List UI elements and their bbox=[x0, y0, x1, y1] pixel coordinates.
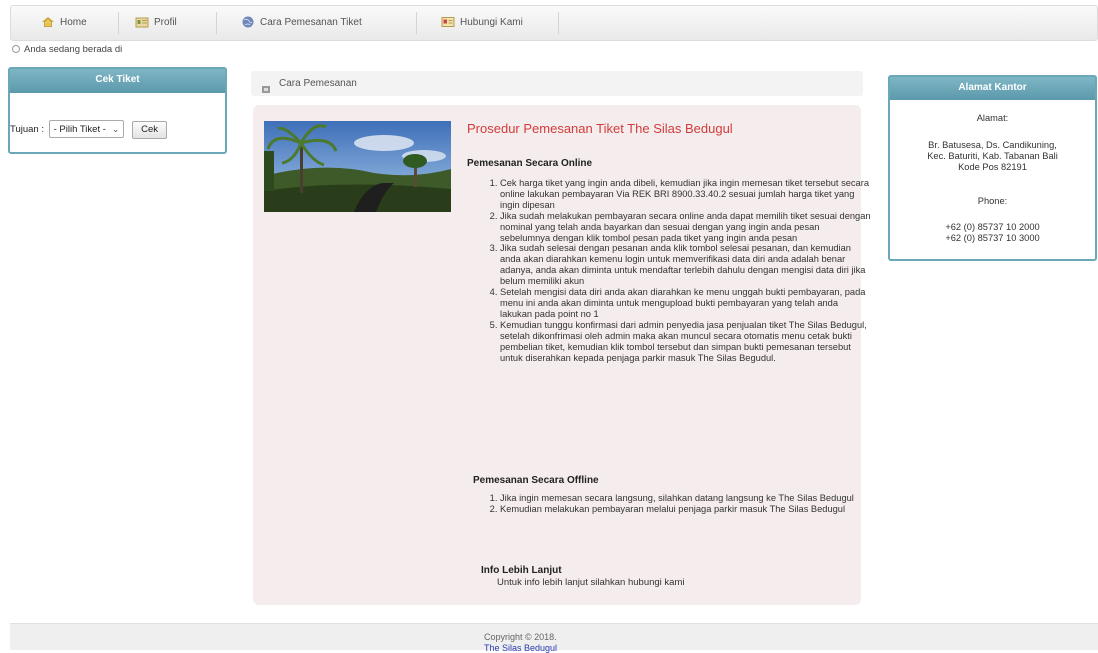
cek-tiket-title: Cek Tiket bbox=[10, 69, 225, 93]
online-step: Setelah mengisi data diri anda akan diar… bbox=[500, 287, 872, 320]
home-icon bbox=[41, 15, 55, 28]
nav-home[interactable]: Home bbox=[33, 12, 119, 34]
section-header: Cara Pemesanan bbox=[251, 71, 863, 96]
main-content: Prosedur Pemesanan Tiket The Silas Bedug… bbox=[253, 105, 871, 605]
online-step: Jika sudah melakukan pembayaran secara o… bbox=[500, 211, 872, 244]
phone-label: Phone: bbox=[977, 196, 1008, 206]
copyright-text: Copyright © 2018. bbox=[484, 632, 557, 642]
nav-profil-label: Profil bbox=[154, 17, 177, 28]
nav-cara-pemesanan[interactable]: Cara Pemesanan Tiket bbox=[233, 12, 417, 34]
site-link[interactable]: The Silas Bedugul bbox=[484, 643, 557, 653]
offline-steps-list: Jika ingin memesan secara langsung, sila… bbox=[480, 493, 872, 515]
bullet-icon bbox=[12, 45, 20, 54]
alamat-label: Alamat: bbox=[976, 113, 1009, 123]
address-line: Br. Batusesa, Ds. Candikuning, bbox=[928, 140, 1057, 150]
tujuan-label: Tujuan : bbox=[10, 124, 44, 135]
tujuan-row: Tujuan : - Pilih Tiket - ⌄ Cek bbox=[10, 120, 167, 139]
offline-step: Kemudian melakukan pembayaran melalui pe… bbox=[500, 504, 872, 515]
nav-hubungi-kami-label: Hubungi Kami bbox=[460, 17, 523, 28]
nav-cara-pemesanan-label: Cara Pemesanan Tiket bbox=[260, 17, 362, 28]
top-navbar: Home Profil Cara Pemesanan Tiket Hubungi… bbox=[10, 5, 1098, 41]
online-step: Kemudian tunggu konfirmasi dari admin pe… bbox=[500, 320, 872, 364]
park-photo bbox=[264, 121, 451, 212]
alamat-kantor-title: Alamat Kantor bbox=[890, 77, 1095, 100]
tiket-select-value: - Pilih Tiket - bbox=[53, 124, 106, 135]
section-header-title: Cara Pemesanan bbox=[279, 78, 357, 89]
cek-button[interactable]: Cek bbox=[132, 121, 167, 139]
breadcrumb-text: Anda sedang berada di bbox=[24, 44, 123, 55]
online-step: Jika sudah selesai dengan pesanan anda k… bbox=[500, 243, 872, 287]
tiket-select[interactable]: - Pilih Tiket - ⌄ bbox=[48, 120, 125, 138]
address-line: Kode Pos 82191 bbox=[958, 162, 1027, 172]
contact-icon bbox=[441, 15, 455, 28]
chevron-down-icon: ⌄ bbox=[111, 124, 120, 134]
nav-hubungi-kami[interactable]: Hubungi Kami bbox=[433, 12, 559, 34]
gear-icon bbox=[261, 79, 271, 93]
info-heading: Info Lebih Lanjut bbox=[481, 565, 562, 576]
profile-icon bbox=[135, 15, 149, 28]
phone-number: +62 (0) 85737 10 2000 bbox=[945, 222, 1040, 232]
address-line: Kec. Baturiti, Kab. Tabanan Bali bbox=[927, 151, 1058, 161]
offline-step: Jika ingin memesan secara langsung, sila… bbox=[500, 493, 872, 504]
phone-number: +62 (0) 85737 10 3000 bbox=[945, 233, 1040, 243]
online-steps-list: Cek harga tiket yang ingin anda dibeli, … bbox=[480, 178, 872, 363]
nav-profil[interactable]: Profil bbox=[127, 12, 217, 34]
breadcrumb: Anda sedang berada di bbox=[12, 44, 122, 55]
online-heading: Pemesanan Secara Online bbox=[467, 158, 593, 169]
cek-tiket-panel: Cek Tiket Tujuan : - Pilih Tiket - ⌄ Cek bbox=[8, 67, 227, 154]
footer: Copyright © 2018. The Silas Bedugul bbox=[10, 623, 1098, 653]
globe-icon bbox=[241, 15, 255, 28]
procedure-title: Prosedur Pemesanan Tiket The Silas Bedug… bbox=[467, 121, 733, 136]
alamat-kantor-panel: Alamat Kantor Alamat: Br. Batusesa, Ds. … bbox=[888, 75, 1097, 261]
offline-heading: Pemesanan Secara Offline bbox=[473, 475, 599, 486]
info-text: Untuk info lebih lanjut silahkan hubungi… bbox=[497, 577, 685, 588]
nav-home-label: Home bbox=[60, 17, 87, 28]
online-step: Cek harga tiket yang ingin anda dibeli, … bbox=[500, 178, 872, 211]
